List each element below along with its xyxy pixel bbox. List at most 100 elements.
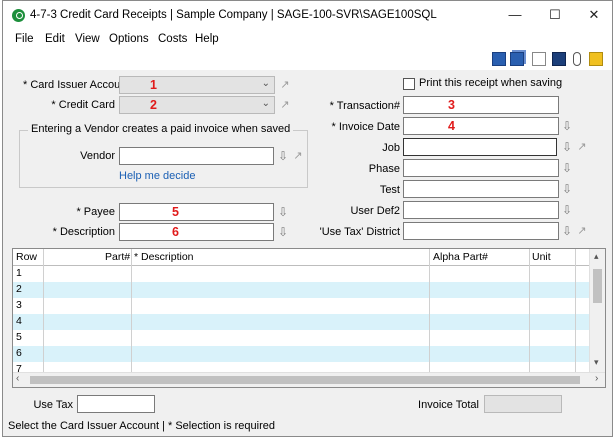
table-row[interactable]: 6 — [13, 346, 605, 362]
table-row[interactable]: 5 — [13, 330, 605, 346]
column-header-alpha-part[interactable]: Alpha Part# — [433, 251, 488, 263]
table-row[interactable]: 4 — [13, 314, 605, 330]
edit-icon[interactable]: ↗ — [576, 140, 588, 154]
edit-icon[interactable]: ↗ — [279, 98, 291, 112]
lookup-icon[interactable]: ⇩ — [561, 224, 573, 238]
scroll-left-icon[interactable]: ‹ — [16, 373, 19, 384]
save-icon[interactable] — [492, 52, 506, 66]
menu-view[interactable]: View — [75, 33, 100, 45]
use-tax-district-label: 'Use Tax' District — [319, 226, 400, 238]
annotation-marker-5: 5 — [172, 205, 179, 219]
toolbar — [3, 50, 612, 70]
print-preview-icon[interactable] — [552, 52, 566, 66]
column-divider — [575, 249, 576, 374]
menu-options[interactable]: Options — [109, 33, 149, 45]
maximize-button[interactable]: ☐ — [535, 1, 575, 30]
invoice-total-field — [484, 395, 562, 413]
notes-icon[interactable] — [589, 52, 603, 66]
chevron-down-icon[interactable]: ⌄ — [262, 78, 270, 89]
description-input[interactable]: 6 — [119, 223, 274, 241]
column-divider — [529, 249, 530, 374]
table-row[interactable]: 1 — [13, 266, 605, 282]
card-issuer-label: * Card Issuer Account — [23, 79, 130, 91]
vendor-input[interactable] — [119, 147, 274, 165]
chevron-down-icon[interactable]: ⌄ — [262, 98, 270, 109]
job-input[interactable] — [403, 138, 557, 156]
scroll-thumb[interactable] — [593, 269, 602, 303]
payee-label: * Payee — [76, 206, 115, 218]
scroll-thumb[interactable] — [30, 376, 580, 384]
close-button[interactable]: ✕ — [574, 1, 612, 30]
menu-costs[interactable]: Costs — [158, 33, 187, 45]
new-document-icon[interactable] — [532, 52, 546, 66]
transaction-input[interactable]: 3 — [403, 96, 559, 114]
use-tax-district-input[interactable] — [403, 222, 559, 240]
annotation-marker-2: 2 — [150, 98, 157, 112]
vertical-scrollbar[interactable]: ▴ ▾ — [589, 249, 605, 373]
row-number: 3 — [16, 299, 22, 311]
title-bar: 4-7-3 Credit Card Receipts | Sample Comp… — [3, 1, 612, 30]
user-def2-label: User Def2 — [350, 205, 400, 217]
help-me-decide-link[interactable]: Help me decide — [119, 170, 195, 182]
edit-icon[interactable]: ↗ — [576, 224, 588, 238]
credit-card-label: * Credit Card — [51, 99, 115, 111]
row-number: 5 — [16, 331, 22, 343]
use-tax-input[interactable] — [77, 395, 155, 413]
job-label: Job — [382, 142, 400, 154]
grid-header: Row Part# * Description Alpha Part# Unit — [13, 249, 605, 266]
column-divider — [43, 249, 44, 374]
test-input[interactable] — [403, 180, 559, 198]
lookup-icon[interactable]: ⇩ — [561, 161, 573, 175]
scroll-right-icon[interactable]: › — [595, 373, 598, 384]
lookup-icon[interactable]: ⇩ — [561, 203, 573, 217]
card-issuer-dropdown[interactable]: 1 ⌄ — [119, 76, 275, 94]
transaction-label: * Transaction# — [329, 100, 400, 112]
invoice-date-input[interactable]: 4 — [403, 117, 559, 135]
row-number: 1 — [16, 267, 22, 279]
row-number: 4 — [16, 315, 22, 327]
edit-icon[interactable]: ↗ — [279, 78, 291, 92]
invoice-total-label: Invoice Total — [418, 399, 479, 411]
table-row[interactable]: 3 — [13, 298, 605, 314]
annotation-marker-4: 4 — [448, 119, 455, 133]
column-header-row[interactable]: Row — [16, 251, 37, 263]
scroll-up-icon[interactable]: ▴ — [594, 251, 599, 262]
print-receipt-checkbox[interactable] — [403, 78, 415, 90]
table-row[interactable]: 2 — [13, 282, 605, 298]
use-tax-label: Use Tax — [33, 399, 73, 411]
row-number: 2 — [16, 283, 22, 295]
save-all-icon[interactable] — [510, 52, 524, 66]
menu-edit[interactable]: Edit — [45, 33, 65, 45]
column-header-unit[interactable]: Unit — [532, 251, 551, 263]
lookup-icon[interactable]: ⇩ — [277, 205, 289, 219]
line-items-grid[interactable]: Row Part# * Description Alpha Part# Unit… — [12, 248, 606, 388]
column-header-part[interactable]: Part# — [105, 251, 130, 263]
payee-input[interactable]: 5 — [119, 203, 274, 221]
credit-card-dropdown[interactable]: 2 ⌄ — [119, 96, 275, 114]
lookup-icon[interactable]: ⇩ — [561, 182, 573, 196]
menu-help[interactable]: Help — [195, 33, 219, 45]
status-bar: Select the Card Issuer Account | * Selec… — [8, 420, 275, 432]
column-divider — [429, 249, 430, 374]
user-def2-input[interactable] — [403, 201, 559, 219]
print-receipt-label: Print this receipt when saving — [419, 77, 563, 89]
minimize-button[interactable]: — — [495, 1, 535, 30]
menu-file[interactable]: File — [15, 33, 34, 45]
vendor-group-title: Entering a Vendor creates a paid invoice… — [28, 123, 294, 135]
phase-input[interactable] — [403, 159, 559, 177]
vendor-label: Vendor — [80, 150, 115, 162]
lookup-icon[interactable]: ⇩ — [561, 140, 573, 154]
lookup-icon[interactable]: ⇩ — [277, 225, 289, 239]
annotation-marker-3: 3 — [448, 98, 455, 112]
app-logo-icon — [12, 9, 25, 22]
calendar-lookup-icon[interactable]: ⇩ — [561, 119, 573, 133]
menu-bar: File Edit View Options Costs Help — [3, 30, 612, 50]
horizontal-scrollbar[interactable]: ‹ › — [13, 372, 605, 387]
attachment-icon[interactable] — [573, 52, 581, 66]
lookup-icon[interactable]: ⇩ — [277, 149, 289, 163]
column-divider — [131, 249, 132, 374]
column-header-description[interactable]: * Description — [134, 251, 194, 263]
row-number: 6 — [16, 347, 22, 359]
window-title: 4-7-3 Credit Card Receipts | Sample Comp… — [30, 9, 437, 21]
scroll-down-icon[interactable]: ▾ — [594, 357, 599, 368]
